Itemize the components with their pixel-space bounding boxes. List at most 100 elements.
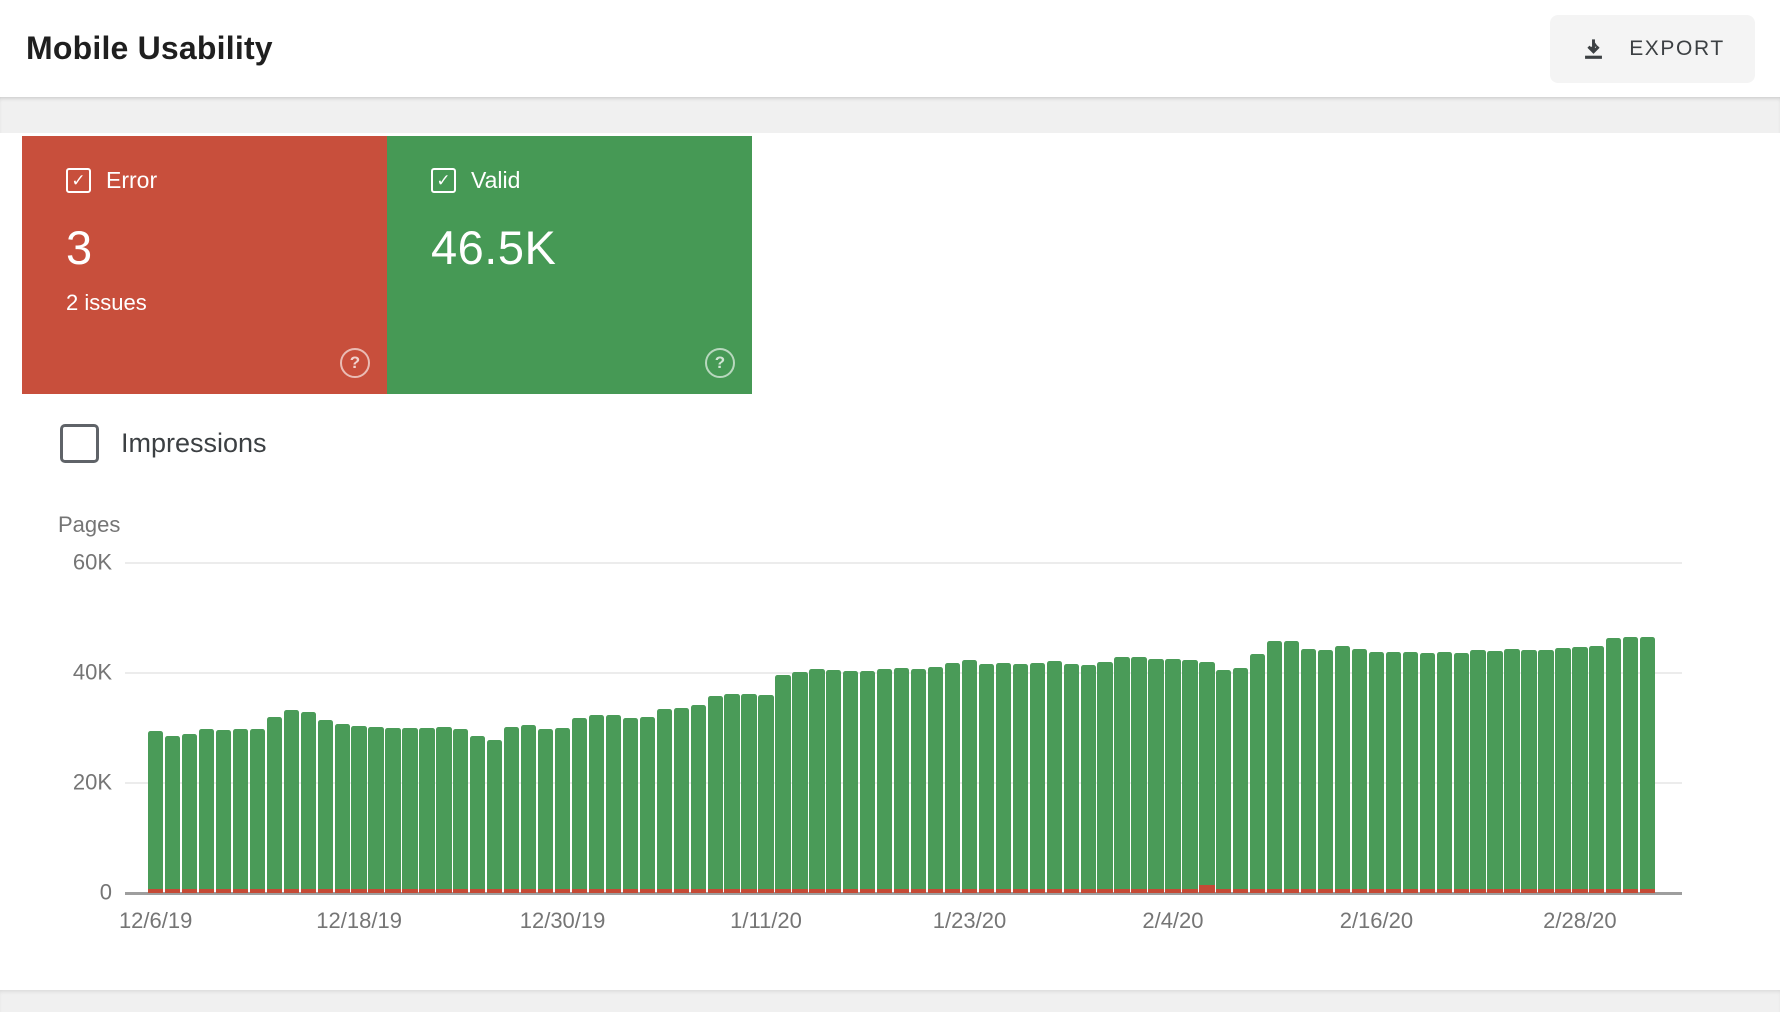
valid-pages-bar[interactable] <box>301 712 316 890</box>
error-pages-bar[interactable] <box>928 889 943 893</box>
error-pages-bar[interactable] <box>640 889 655 893</box>
error-pages-bar[interactable] <box>233 889 248 893</box>
error-pages-bar[interactable] <box>487 889 502 893</box>
error-pages-bar[interactable] <box>199 889 214 893</box>
valid-pages-bar[interactable] <box>724 694 739 889</box>
error-pages-bar[interactable] <box>741 889 756 893</box>
error-pages-bar[interactable] <box>962 889 977 893</box>
error-pages-bar[interactable] <box>368 889 383 893</box>
error-pages-bar[interactable] <box>724 889 739 893</box>
error-pages-bar[interactable] <box>674 889 689 893</box>
error-pages-bar[interactable] <box>1572 889 1587 893</box>
error-pages-bar[interactable] <box>1233 889 1248 893</box>
valid-pages-bar[interactable] <box>792 672 807 889</box>
error-pages-bar[interactable] <box>1352 889 1367 893</box>
valid-pages-bar[interactable] <box>623 718 638 889</box>
valid-pages-bar[interactable] <box>419 728 434 889</box>
error-pages-bar[interactable] <box>1064 889 1079 893</box>
valid-pages-bar[interactable] <box>1233 668 1248 890</box>
valid-pages-bar[interactable] <box>284 710 299 889</box>
error-pages-bar[interactable] <box>318 889 333 893</box>
valid-pages-bar[interactable] <box>1352 649 1367 889</box>
error-pages-bar[interactable] <box>894 889 909 893</box>
error-pages-bar[interactable] <box>1131 889 1146 893</box>
valid-pages-bar[interactable] <box>470 736 485 889</box>
valid-pages-bar[interactable] <box>148 731 163 889</box>
valid-pages-bar[interactable] <box>267 717 282 889</box>
valid-pages-bar[interactable] <box>691 705 706 889</box>
error-pages-bar[interactable] <box>301 889 316 893</box>
error-pages-bar[interactable] <box>453 889 468 893</box>
error-pages-bar[interactable] <box>1521 889 1536 893</box>
valid-pages-bar[interactable] <box>843 671 858 889</box>
error-pages-bar[interactable] <box>860 889 875 893</box>
valid-pages-bar[interactable] <box>1470 650 1485 889</box>
valid-pages-bar[interactable] <box>453 729 468 889</box>
valid-pages-bar[interactable] <box>1284 641 1299 889</box>
error-pages-bar[interactable] <box>470 889 485 893</box>
error-pages-bar[interactable] <box>1148 889 1163 893</box>
error-pages-bar[interactable] <box>182 889 197 893</box>
valid-pages-bar[interactable] <box>1369 652 1384 889</box>
valid-pages-bar[interactable] <box>318 720 333 889</box>
valid-pages-bar[interactable] <box>1318 650 1333 889</box>
valid-pages-bar[interactable] <box>657 709 672 889</box>
valid-pages-bar[interactable] <box>555 728 570 889</box>
valid-pages-bar[interactable] <box>1267 641 1282 889</box>
valid-pages-bar[interactable] <box>1454 653 1469 889</box>
valid-pages-bar[interactable] <box>1572 647 1587 889</box>
error-pages-bar[interactable] <box>758 889 773 893</box>
error-pages-bar[interactable] <box>419 889 434 893</box>
error-pages-bar[interactable] <box>911 889 926 893</box>
error-pages-bar[interactable] <box>1097 889 1112 893</box>
error-pages-bar[interactable] <box>385 889 400 893</box>
error-pages-bar[interactable] <box>504 889 519 893</box>
valid-pages-bar[interactable] <box>1097 662 1112 889</box>
valid-pages-bar[interactable] <box>1301 649 1316 889</box>
valid-pages-bar[interactable] <box>1521 650 1536 889</box>
valid-pages-bar[interactable] <box>1081 665 1096 889</box>
valid-pages-bar[interactable] <box>1199 662 1214 885</box>
valid-pages-bar[interactable] <box>1437 652 1452 889</box>
error-pages-bar[interactable] <box>1284 889 1299 893</box>
valid-pages-bar[interactable] <box>911 669 926 889</box>
error-pages-bar[interactable] <box>1250 889 1265 893</box>
export-button[interactable]: EXPORT <box>1550 15 1755 83</box>
error-pages-bar[interactable] <box>1589 889 1604 893</box>
error-pages-bar[interactable] <box>1216 889 1231 893</box>
valid-pages-bar[interactable] <box>1538 650 1553 889</box>
error-pages-bar[interactable] <box>792 889 807 893</box>
error-pages-bar[interactable] <box>826 889 841 893</box>
valid-pages-bar[interactable] <box>233 729 248 889</box>
valid-pages-bar[interactable] <box>826 670 841 889</box>
error-pages-bar[interactable] <box>877 889 892 893</box>
error-pages-bar[interactable] <box>572 889 587 893</box>
valid-pages-bar[interactable] <box>1216 670 1231 889</box>
valid-pages-bar[interactable] <box>1131 657 1146 889</box>
error-pages-bar[interactable] <box>1437 889 1452 893</box>
valid-pages-bar[interactable] <box>572 718 587 889</box>
error-pages-bar[interactable] <box>1504 889 1519 893</box>
error-pages-bar[interactable] <box>1081 889 1096 893</box>
error-pages-bar[interactable] <box>335 889 350 893</box>
error-pages-bar[interactable] <box>1182 889 1197 893</box>
error-pages-bar[interactable] <box>1623 889 1638 893</box>
valid-pages-bar[interactable] <box>1182 660 1197 889</box>
valid-pages-bar[interactable] <box>216 730 231 889</box>
valid-pages-bar[interactable] <box>945 663 960 889</box>
error-pages-bar[interactable] <box>1369 889 1384 893</box>
valid-pages-bar[interactable] <box>165 736 180 889</box>
error-pages-bar[interactable] <box>775 889 790 893</box>
valid-pages-bar[interactable] <box>368 727 383 889</box>
valid-pages-bar[interactable] <box>521 725 536 889</box>
valid-pages-bar[interactable] <box>487 740 502 889</box>
error-pages-bar[interactable] <box>555 889 570 893</box>
error-pages-bar[interactable] <box>351 889 366 893</box>
error-pages-bar[interactable] <box>216 889 231 893</box>
valid-pages-bar[interactable] <box>928 667 943 889</box>
error-pages-bar[interactable] <box>1470 889 1485 893</box>
error-pages-bar[interactable] <box>1013 889 1028 893</box>
valid-pages-bar[interactable] <box>1047 661 1062 889</box>
error-pages-bar[interactable] <box>1386 889 1401 893</box>
valid-pages-bar[interactable] <box>640 717 655 889</box>
